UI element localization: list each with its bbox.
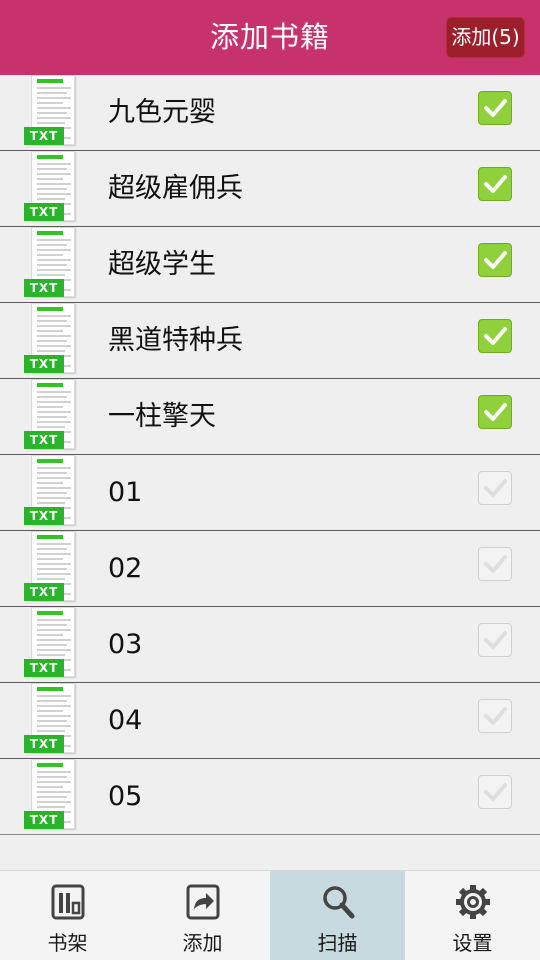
book-row[interactable]: TXT 03 bbox=[0, 607, 540, 683]
book-title: 超级雇佣兵 bbox=[108, 173, 243, 204]
checkmark-icon bbox=[484, 251, 507, 269]
bookshelf-icon bbox=[50, 883, 86, 921]
book-title: 九色元婴 bbox=[108, 97, 216, 128]
checkmark-icon bbox=[484, 707, 507, 725]
checkmark-icon bbox=[484, 555, 507, 573]
checkbox-checked[interactable] bbox=[478, 243, 512, 277]
book-title: 04 bbox=[108, 705, 143, 736]
txt-tag: TXT bbox=[24, 279, 64, 297]
tab-label: 书架 bbox=[47, 931, 88, 955]
bottom-tab-bar: 书架 添加 扫描 设置 bbox=[0, 870, 540, 960]
book-row[interactable]: TXT 超级雇佣兵 bbox=[0, 151, 540, 227]
checkmark-icon bbox=[484, 783, 507, 801]
book-title: 05 bbox=[108, 781, 143, 812]
book-title: 03 bbox=[108, 629, 143, 660]
tab-label: 扫描 bbox=[317, 931, 358, 955]
add-books-button[interactable]: 添加(5) bbox=[446, 17, 525, 58]
tab-bookshelf[interactable]: 书架 bbox=[0, 871, 135, 960]
book-title: 一柱擎天 bbox=[108, 401, 216, 432]
txt-tag: TXT bbox=[24, 583, 64, 601]
txt-file-icon: TXT bbox=[24, 683, 80, 755]
book-list: TXT 九色元婴 TXT 超级雇佣兵 TXT 超级学生 TXT 黑道特种兵 TXT 一柱擎天 TXT… bbox=[0, 75, 540, 835]
txt-tag: TXT bbox=[24, 507, 64, 525]
tab-search[interactable]: 扫描 bbox=[270, 871, 405, 960]
txt-tag: TXT bbox=[24, 431, 64, 449]
book-row[interactable]: TXT 04 bbox=[0, 683, 540, 759]
checkmark-icon bbox=[484, 403, 507, 421]
book-title: 02 bbox=[108, 553, 143, 584]
book-row[interactable]: TXT 05 bbox=[0, 759, 540, 835]
checkbox-disabled[interactable] bbox=[478, 547, 512, 581]
import-icon bbox=[185, 883, 221, 921]
checkmark-icon bbox=[484, 327, 507, 345]
txt-file-icon: TXT bbox=[24, 759, 80, 831]
checkbox-checked[interactable] bbox=[478, 167, 512, 201]
checkmark-icon bbox=[484, 631, 507, 649]
gear-icon bbox=[455, 883, 491, 921]
book-row[interactable]: TXT 超级学生 bbox=[0, 227, 540, 303]
book-title: 黑道特种兵 bbox=[108, 325, 243, 356]
checkbox-checked[interactable] bbox=[478, 319, 512, 353]
checkbox-disabled[interactable] bbox=[478, 699, 512, 733]
book-row[interactable]: TXT 01 bbox=[0, 455, 540, 531]
tab-label: 设置 bbox=[452, 931, 493, 955]
title-bar: 添加书籍 添加(5) bbox=[0, 0, 540, 75]
txt-file-icon: TXT bbox=[24, 151, 80, 223]
txt-file-icon: TXT bbox=[24, 531, 80, 603]
book-row[interactable]: TXT 九色元婴 bbox=[0, 75, 540, 151]
book-row[interactable]: TXT 02 bbox=[0, 531, 540, 607]
txt-file-icon: TXT bbox=[24, 75, 80, 147]
checkbox-disabled[interactable] bbox=[478, 471, 512, 505]
book-title: 超级学生 bbox=[108, 249, 216, 280]
checkmark-icon bbox=[484, 99, 507, 117]
txt-tag: TXT bbox=[24, 811, 64, 829]
checkbox-checked[interactable] bbox=[478, 91, 512, 125]
tab-gear[interactable]: 设置 bbox=[405, 871, 540, 960]
txt-file-icon: TXT bbox=[24, 227, 80, 299]
checkbox-checked[interactable] bbox=[478, 395, 512, 429]
book-row[interactable]: TXT 一柱擎天 bbox=[0, 379, 540, 455]
txt-file-icon: TXT bbox=[24, 455, 80, 527]
txt-tag: TXT bbox=[24, 203, 64, 221]
checkmark-icon bbox=[484, 175, 507, 193]
txt-tag: TXT bbox=[24, 735, 64, 753]
book-title: 01 bbox=[108, 477, 143, 508]
txt-file-icon: TXT bbox=[24, 303, 80, 375]
txt-file-icon: TXT bbox=[24, 607, 80, 679]
book-row[interactable]: TXT 黑道特种兵 bbox=[0, 303, 540, 379]
txt-tag: TXT bbox=[24, 127, 64, 145]
checkmark-icon bbox=[484, 479, 507, 497]
tab-import[interactable]: 添加 bbox=[135, 871, 270, 960]
checkbox-disabled[interactable] bbox=[478, 775, 512, 809]
txt-tag: TXT bbox=[24, 659, 64, 677]
txt-file-icon: TXT bbox=[24, 379, 80, 451]
checkbox-disabled[interactable] bbox=[478, 623, 512, 657]
txt-tag: TXT bbox=[24, 355, 64, 373]
tab-label: 添加 bbox=[182, 931, 223, 955]
search-icon bbox=[320, 883, 356, 921]
